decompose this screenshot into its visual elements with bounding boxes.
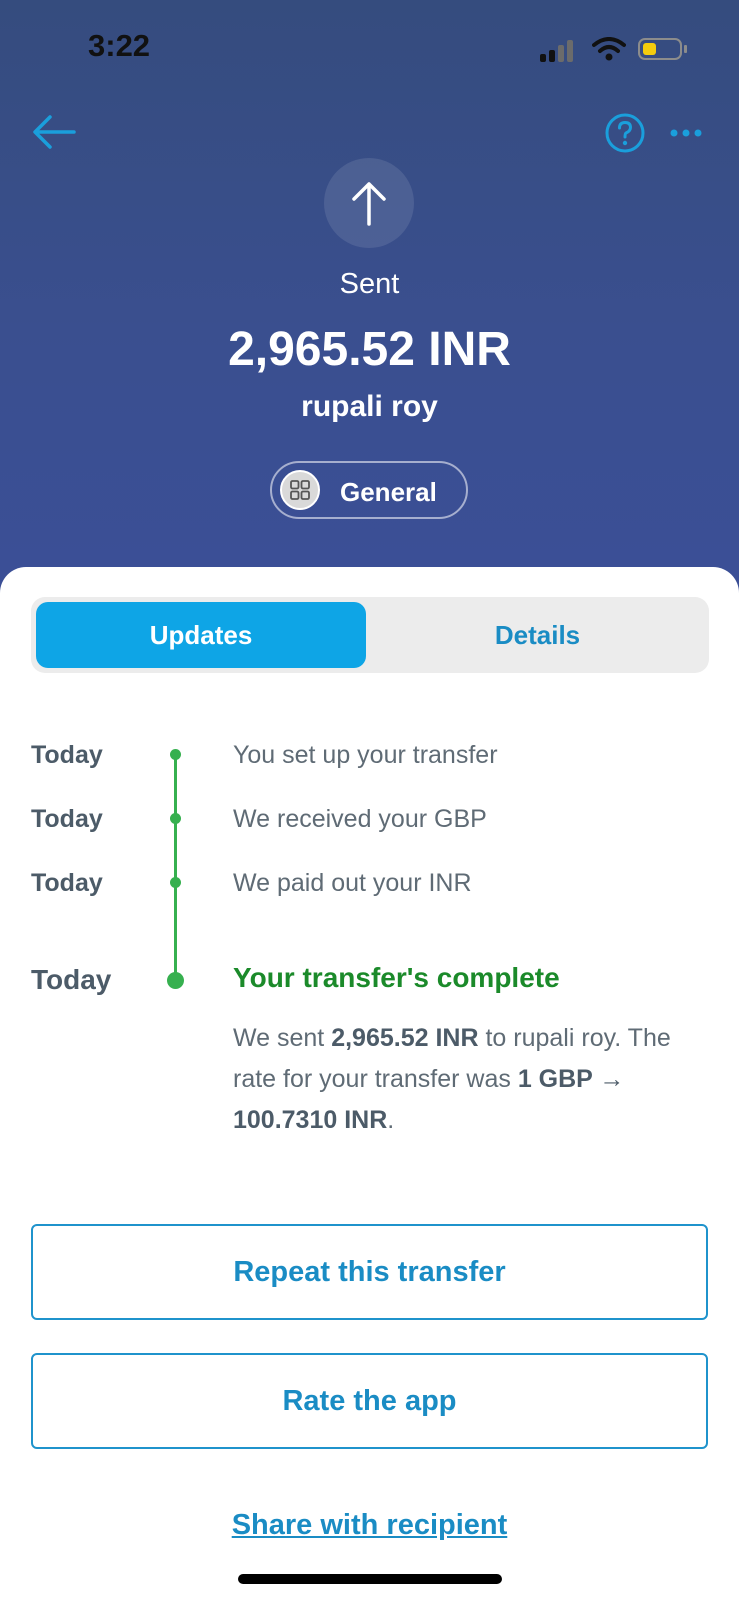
- timeline-line: [174, 753, 177, 981]
- sent-direction-badge: [324, 158, 414, 248]
- tab-details[interactable]: Details: [371, 602, 704, 668]
- tab-bar: Updates Details: [31, 597, 709, 673]
- grid-icon: [280, 470, 320, 510]
- transfer-amount: 2,965.52 INR: [228, 323, 511, 376]
- more-options-button[interactable]: [668, 118, 704, 148]
- transfer-header: 3:22 Sent 2,965.52 INR rupali roy Genera…: [0, 0, 739, 600]
- status-bar-time: 3:22: [88, 28, 151, 63]
- transfer-complete-title: Your transfer's complete: [233, 962, 560, 993]
- timeline-dot: [170, 749, 181, 760]
- repeat-transfer-button[interactable]: Repeat this transfer: [31, 1224, 708, 1320]
- timeline-date: Today: [31, 741, 103, 769]
- help-button[interactable]: [604, 112, 646, 154]
- home-indicator: [238, 1574, 502, 1584]
- timeline-step-text: You set up your transfer: [233, 741, 498, 769]
- timeline-step-text: We received your GBP: [233, 805, 487, 833]
- recipient-name: rupali roy: [301, 390, 438, 423]
- transfer-complete-description: We sent 2,965.52 INR to rupali roy. The …: [233, 1024, 671, 1134]
- timeline-step-text: We paid out your INR: [233, 869, 472, 897]
- tab-updates[interactable]: Updates: [36, 602, 366, 668]
- timeline-date: Today: [31, 805, 103, 833]
- timeline-dot: [170, 877, 181, 888]
- share-with-recipient-link[interactable]: Share with recipient: [0, 1509, 739, 1542]
- question-circle-icon: [605, 113, 645, 153]
- arrow-left-icon: [33, 115, 76, 149]
- back-button[interactable]: [30, 108, 78, 156]
- wifi-icon: [592, 37, 626, 61]
- arrow-up-icon: [352, 182, 386, 226]
- rate-app-button[interactable]: Rate the app: [31, 1353, 708, 1449]
- category-label: General: [340, 477, 437, 507]
- timeline-dot: [170, 813, 181, 824]
- category-chip[interactable]: General: [270, 461, 468, 519]
- more-dots-icon: [670, 129, 702, 137]
- timeline-dot-final: [167, 972, 184, 989]
- status-bar-icons: [540, 36, 690, 62]
- timeline-date: Today: [31, 869, 103, 897]
- timeline-date-final: Today: [31, 964, 112, 995]
- sent-amount: 2,965.52 INR: [331, 1024, 479, 1052]
- transfer-status-label: Sent: [339, 268, 400, 300]
- battery-icon: [638, 38, 682, 60]
